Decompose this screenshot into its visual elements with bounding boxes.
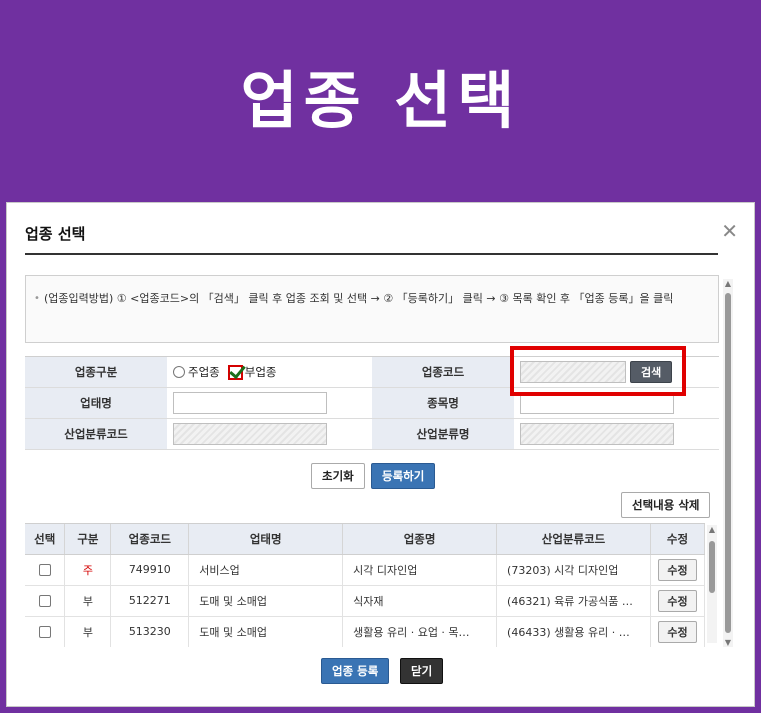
dialog-scrollbar[interactable]: ▲ ▼	[723, 279, 733, 647]
edit-button[interactable]: 수정	[658, 558, 697, 581]
table-scroll-thumb[interactable]	[709, 541, 715, 593]
title-divider	[25, 253, 718, 255]
row-ind: (46321) 육류 가공식품 …	[496, 585, 651, 617]
ind-code-label: 산업분류코드	[25, 419, 167, 449]
row-type: 주	[64, 554, 112, 586]
row-biz: 도매 및 소매업	[188, 616, 344, 647]
code-cell: 검색	[514, 357, 719, 387]
close-icon[interactable]: ✕	[721, 221, 738, 241]
industry-class-code-input	[173, 423, 327, 445]
col-name: 업종명	[342, 524, 498, 555]
sub-type-label: 부업종	[244, 365, 277, 379]
scroll-up-icon[interactable]: ▲	[723, 279, 733, 288]
form-row-type-code: 업종구분 주업종 부업종 업종코드 검색	[25, 357, 719, 388]
col-edit: 수정	[650, 524, 705, 555]
row-name: 시각 디자인업	[342, 554, 498, 586]
industry-table: 선택 구분 업종코드 업태명 업종명 산업분류코드 수정 주 749910 서비…	[25, 524, 705, 647]
industry-form: 업종구분 주업종 부업종 업종코드 검색 업태명 종목명 산업분류코드 산업분류…	[25, 356, 719, 450]
delete-selected-button[interactable]: 선택내용 삭제	[621, 492, 711, 518]
dialog-scroll-thumb[interactable]	[725, 293, 731, 633]
row-checkbox[interactable]	[38, 626, 51, 638]
industry-select-dialog: 업종 선택 ✕ (업종입력방법) ① <업종코드>의 「검색」 클릭 후 업종 …	[6, 202, 755, 707]
type-options: 주업종 부업종	[167, 357, 372, 387]
table-row: 부 512271 도매 및 소매업 식자재 (46321) 육류 가공식품 … …	[25, 585, 705, 617]
register-button[interactable]: 등록하기	[371, 463, 436, 489]
ind-code-cell	[167, 419, 372, 449]
table-row: 주 749910 서비스업 시각 디자인업 (73203) 시각 디자인업 수정	[25, 554, 705, 586]
reset-button[interactable]: 초기화	[311, 463, 365, 489]
close-button[interactable]: 닫기	[400, 658, 444, 684]
item-cell	[514, 388, 719, 418]
col-ind: 산업분류코드	[496, 524, 651, 555]
item-label: 종목명	[372, 388, 514, 418]
industry-class-name-input	[520, 423, 674, 445]
main-type-radio[interactable]	[173, 366, 185, 378]
row-type: 부	[64, 616, 112, 647]
input-guide: (업종입력방법) ① <업종코드>의 「검색」 클릭 후 업종 조회 및 선택 …	[25, 275, 719, 343]
ind-name-cell	[514, 419, 719, 449]
ind-name-label: 산업분류명	[372, 419, 514, 449]
form-row-industry-class: 산업분류코드 산업분류명	[25, 419, 719, 450]
item-input[interactable]	[520, 392, 674, 414]
row-ind: (46433) 생활용 유리 · …	[496, 616, 651, 647]
col-type: 구분	[64, 524, 112, 555]
biz-type-cell	[167, 388, 372, 418]
form-row-biz-item: 업태명 종목명	[25, 388, 719, 419]
industry-list: 선택 구분 업종코드 업태명 업종명 산업분류코드 수정 주 749910 서비…	[25, 523, 705, 647]
biz-type-label: 업태명	[25, 388, 167, 418]
row-code: 512271	[110, 585, 190, 617]
main-type-label: 주업종	[188, 365, 220, 379]
row-name: 식자재	[342, 585, 498, 617]
col-select: 선택	[25, 524, 66, 555]
industry-code-input[interactable]	[520, 361, 626, 383]
row-code: 749910	[110, 554, 190, 586]
table-scrollbar[interactable]: ▲	[707, 525, 717, 643]
table-row: 부 513230 도매 및 소매업 생활용 유리 · 요업 · 목… (4643…	[25, 616, 705, 647]
col-code: 업종코드	[110, 524, 190, 555]
edit-button[interactable]: 수정	[658, 589, 697, 612]
row-ind: (73203) 시각 디자인업	[496, 554, 651, 586]
code-label: 업종코드	[372, 357, 514, 387]
scroll-up-icon[interactable]: ▲	[707, 525, 717, 534]
row-biz: 도매 및 소매업	[188, 585, 344, 617]
banner-title: 업종 선택	[240, 64, 521, 137]
guide-text: (업종입력방법) ① <업종코드>의 「검색」 클릭 후 업종 조회 및 선택 …	[44, 292, 674, 305]
table-header-row: 선택 구분 업종코드 업태명 업종명 산업분류코드 수정	[25, 524, 705, 555]
row-name: 생활용 유리 · 요업 · 목…	[342, 616, 498, 647]
scroll-down-icon[interactable]: ▼	[723, 638, 733, 647]
sub-type-checkbox[interactable]	[227, 364, 243, 380]
row-code: 513230	[110, 616, 190, 647]
submit-industry-button[interactable]: 업종 등록	[321, 658, 390, 684]
row-type: 부	[64, 585, 112, 617]
row-checkbox[interactable]	[38, 595, 51, 607]
col-biz: 업태명	[188, 524, 344, 555]
row-checkbox[interactable]	[38, 564, 51, 576]
biz-type-input[interactable]	[173, 392, 327, 414]
banner: 업종 선택	[0, 0, 761, 200]
dialog-title: 업종 선택	[25, 225, 86, 243]
type-label: 업종구분	[25, 357, 167, 387]
edit-button[interactable]: 수정	[658, 620, 697, 643]
search-button[interactable]: 검색	[630, 361, 673, 383]
row-biz: 서비스업	[188, 554, 344, 586]
